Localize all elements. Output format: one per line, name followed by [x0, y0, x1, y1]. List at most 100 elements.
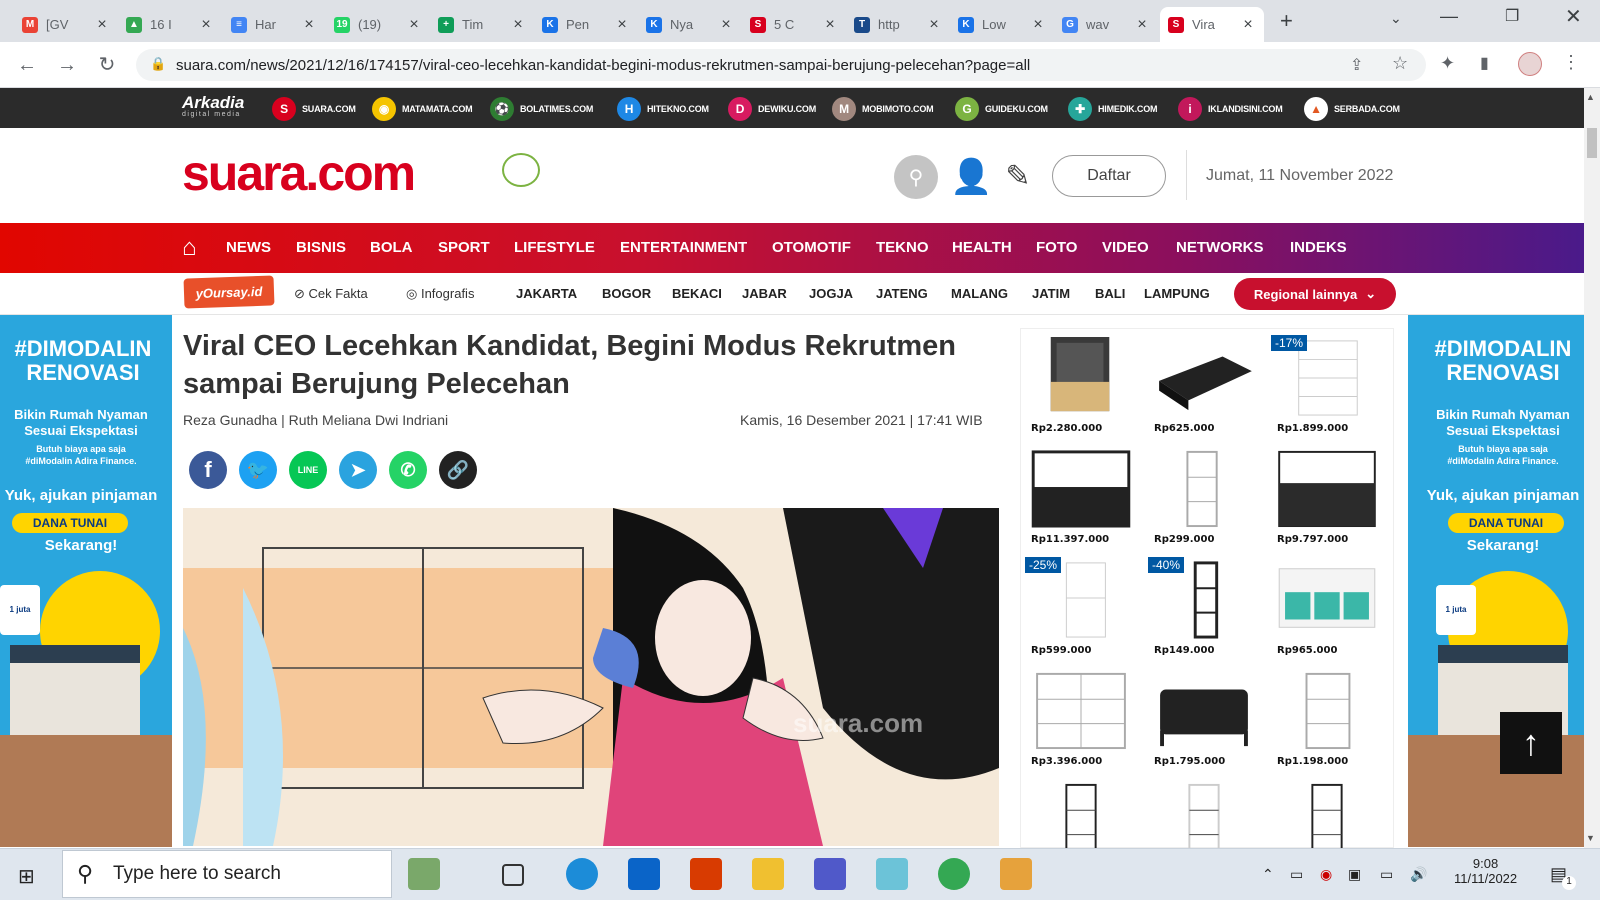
close-tab-icon[interactable]: × — [1240, 16, 1256, 34]
network-site-4[interactable]: D DEWIKU.COM — [728, 97, 816, 121]
suara-logo[interactable]: suara.com — [182, 144, 416, 202]
network-site-0[interactable]: S SUARA.COM — [272, 97, 356, 121]
left-side-ad[interactable]: #DIMODALIN RENOVASI Bikin Rumah Nyaman S… — [0, 315, 172, 847]
register-button[interactable]: Daftar — [1052, 155, 1166, 197]
tab-search-icon[interactable]: ⌄ — [1390, 10, 1402, 27]
network-site-1[interactable]: ◉ MATAMATA.COM — [372, 97, 473, 121]
menu-item-indeks[interactable]: INDEKS — [1290, 239, 1347, 256]
arkadia-logo[interactable]: Arkadia digital media — [182, 94, 244, 118]
close-tab-icon[interactable]: × — [510, 16, 526, 34]
page-scrollbar[interactable] — [1584, 88, 1600, 848]
menu-item-foto[interactable]: FOTO — [1036, 239, 1077, 256]
close-tab-icon[interactable]: × — [198, 16, 214, 34]
close-tab-icon[interactable]: × — [1030, 16, 1046, 34]
close-tab-icon[interactable]: × — [822, 16, 838, 34]
product-tile[interactable]: Rp149.000 -40% — [1144, 553, 1264, 661]
close-window-icon[interactable]: ✕ — [1565, 4, 1582, 29]
tab-2[interactable]: ≡ Har × — [223, 7, 325, 42]
paint-icon[interactable] — [1000, 858, 1032, 890]
back-icon[interactable]: ← — [14, 52, 40, 78]
new-tab-button[interactable]: + — [1280, 8, 1293, 34]
network-site-9[interactable]: ▲ SERBADA.COM — [1304, 97, 1400, 121]
network-site-8[interactable]: i IKLANDISINI.COM — [1178, 97, 1283, 121]
product-tile[interactable]: Rp1.795.000 — [1144, 664, 1264, 772]
bookmark-star-icon[interactable]: ☆ — [1392, 53, 1408, 74]
share-page-icon[interactable]: ⇪ — [1350, 55, 1363, 75]
product-tile[interactable]: Rp1.198.000 — [1267, 664, 1387, 772]
product-tile[interactable] — [1144, 775, 1264, 861]
menu-item-otomotif[interactable]: OTOMOTIF — [772, 239, 851, 256]
yoursay-badge[interactable]: yOursay.id — [183, 275, 275, 309]
product-tile[interactable]: Rp599.000 -25% — [1021, 553, 1141, 661]
menu-item-bisnis[interactable]: BISNIS — [296, 239, 346, 256]
twitter-share-icon[interactable]: 🐦 — [239, 451, 277, 489]
product-ad[interactable]: Rp2.280.000 Rp625.000 Rp1.899.000 -17% Rp11.… — [1020, 328, 1394, 861]
close-tab-icon[interactable]: × — [926, 16, 942, 34]
task-view-icon[interactable] — [502, 864, 524, 886]
product-tile[interactable]: Rp11.397.000 — [1021, 442, 1141, 550]
volume-icon[interactable]: 🔊 — [1410, 866, 1427, 883]
region-jogja[interactable]: JOGJA — [809, 286, 853, 301]
product-tile[interactable]: Rp9.797.000 — [1267, 442, 1387, 550]
product-tile[interactable]: Rp299.000 — [1144, 442, 1264, 550]
chrome-icon[interactable] — [938, 858, 970, 890]
restore-icon[interactable]: ❐ — [1505, 6, 1519, 26]
taskbar-search-box[interactable]: ⚲ Type here to search — [62, 850, 392, 898]
close-tab-icon[interactable]: × — [94, 16, 110, 34]
line-share-icon[interactable]: LINE — [289, 451, 327, 489]
weather-widget-icon[interactable] — [408, 858, 440, 890]
teams-icon[interactable] — [814, 858, 846, 890]
back-to-top-button[interactable]: ↑ — [1500, 712, 1562, 774]
network-site-6[interactable]: G GUIDEKU.COM — [955, 97, 1048, 121]
product-tile[interactable]: Rp965.000 — [1267, 553, 1387, 661]
tab-3[interactable]: 19 (19) × — [326, 7, 430, 42]
region-jateng[interactable]: JATENG — [876, 286, 928, 301]
network-site-7[interactable]: ✚ HIMEDIK.COM — [1068, 97, 1158, 121]
search-icon[interactable]: ⚲ — [894, 155, 938, 199]
facebook-share-icon[interactable]: f — [189, 451, 227, 489]
region-malang[interactable]: MALANG — [951, 286, 1008, 301]
office-icon[interactable] — [690, 858, 722, 890]
more-regions-button[interactable]: Regional lainnya ⌄ — [1234, 278, 1396, 310]
network-site-2[interactable]: ⚽ BOLATIMES.COM — [490, 97, 593, 121]
tray-network-icon[interactable]: ▣ — [1348, 866, 1361, 883]
menu-item-video[interactable]: VIDEO — [1102, 239, 1149, 256]
tray-app-icon[interactable]: ◉ — [1320, 866, 1332, 883]
file-explorer-icon[interactable] — [752, 858, 784, 890]
menu-item-entertainment[interactable]: ENTERTAINMENT — [620, 239, 747, 256]
product-tile[interactable] — [1267, 775, 1387, 861]
tab-10[interactable]: Gwav × — [1054, 7, 1158, 42]
region-bogor[interactable]: BOGOR — [602, 286, 651, 301]
copy-link-icon[interactable]: 🔗 — [439, 451, 477, 489]
menu-item-news[interactable]: NEWS — [226, 239, 271, 256]
product-tile[interactable]: Rp3.396.000 — [1021, 664, 1141, 772]
write-icon[interactable]: ✎ — [998, 155, 1038, 199]
menu-item-tekno[interactable]: TEKNO — [876, 239, 929, 256]
product-tile[interactable]: Rp1.899.000 -17% — [1267, 331, 1387, 439]
address-bar[interactable]: 🔒 suara.com/news/2021/12/16/174157/viral… — [136, 49, 1426, 81]
telegram-share-icon[interactable]: ➤ — [339, 451, 377, 489]
profile-avatar[interactable] — [1518, 52, 1542, 76]
article-authors[interactable]: Reza Gunadha | Ruth Meliana Dwi Indriani — [183, 412, 448, 428]
region-bekaci[interactable]: BEKACI — [672, 286, 722, 301]
infografis-link[interactable]: ◎ Infografis — [406, 286, 474, 302]
forward-icon[interactable]: → — [54, 52, 80, 78]
region-jakarta[interactable]: JAKARTA — [516, 286, 577, 301]
scroll-up-icon[interactable]: ▲ — [1586, 92, 1595, 102]
reload-icon[interactable]: ↻ — [94, 52, 120, 78]
network-site-5[interactable]: M MOBIMOTO.COM — [832, 97, 934, 121]
battery-icon[interactable]: ▭ — [1380, 866, 1393, 883]
close-tab-icon[interactable]: × — [406, 16, 422, 34]
region-bali[interactable]: BALI — [1095, 286, 1125, 301]
app-icon[interactable] — [876, 858, 908, 890]
region-jatim[interactable]: JATIM — [1032, 286, 1070, 301]
menu-item-bola[interactable]: BOLA — [370, 239, 413, 256]
cek-fakta-link[interactable]: ⊘ Cek Fakta — [294, 286, 368, 302]
region-lampung[interactable]: LAMPUNG — [1144, 286, 1210, 301]
edge-icon[interactable] — [566, 858, 598, 890]
menu-item-health[interactable]: HEALTH — [952, 239, 1012, 256]
clock[interactable]: 9:08 11/11/2022 — [1454, 856, 1517, 886]
tray-chevron-icon[interactable]: ⌃ — [1262, 866, 1274, 883]
tab-4[interactable]: + Tim × — [430, 7, 534, 42]
close-tab-icon[interactable]: × — [718, 16, 734, 34]
